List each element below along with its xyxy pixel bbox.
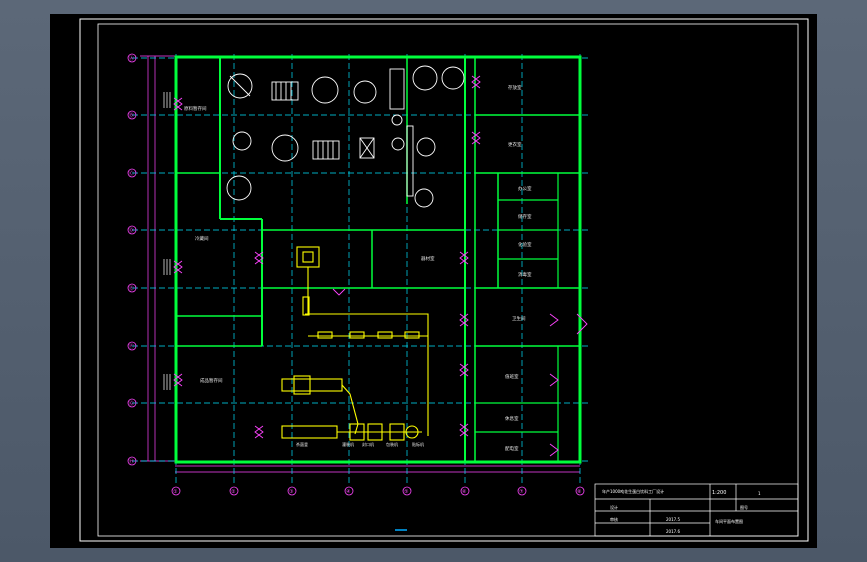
- designer-label: 设计: [610, 504, 618, 510]
- room-label: 存放室: [508, 84, 522, 91]
- cad-viewport[interactable]: Ⓐ Ⓑ Ⓒ Ⓓ Ⓔ Ⓕ Ⓖ Ⓗ ① ② ③ ④ ⑤ ⑥ ⑦ ⑧ 原料暂存间 冷藏…: [50, 14, 817, 548]
- heat-exchanger-2: [312, 140, 340, 160]
- room-label: 值班室: [505, 373, 519, 380]
- inner-frame: [97, 23, 799, 537]
- col-axis-labels: ① ② ③ ④ ⑤ ⑥ ⑦ ⑧: [173, 489, 582, 495]
- sheet-label: 图号: [740, 504, 748, 510]
- room-label: 冷藏间: [195, 235, 209, 242]
- tank-5: [441, 66, 465, 90]
- svg-text:Ⓔ: Ⓔ: [129, 285, 134, 292]
- tank-2: [311, 76, 339, 104]
- svg-text:Ⓑ: Ⓑ: [129, 112, 134, 119]
- svg-text:Ⓒ: Ⓒ: [129, 170, 134, 177]
- svg-text:②: ②: [231, 489, 236, 495]
- equipment-labels: 杀菌釜 灌装机 封口机 包装机 贴标机: [296, 441, 424, 447]
- bottom-dimensions: [175, 465, 580, 473]
- svg-text:⑥: ⑥: [462, 489, 467, 495]
- equipment-label: 贴标机: [412, 441, 424, 447]
- equipment-label: 杀菌釜: [296, 441, 308, 447]
- svg-text:Ⓖ: Ⓖ: [129, 400, 134, 407]
- stairs: [163, 92, 171, 390]
- svg-text:Ⓗ: Ⓗ: [129, 458, 134, 465]
- production-line: [281, 246, 429, 441]
- homogenizer: [389, 68, 405, 110]
- sheet-number: 1: [758, 491, 761, 496]
- equipment-label: 灌装机: [342, 441, 354, 447]
- date-2: 2017.6: [666, 529, 680, 534]
- tank-6: [271, 134, 299, 162]
- svg-text:⑧: ⑧: [577, 489, 582, 495]
- tank-7: [226, 175, 252, 201]
- room-label: 化验室: [518, 241, 532, 248]
- grid-lines: [132, 54, 590, 484]
- left-dimensions: [140, 55, 175, 462]
- tank-10: [416, 137, 436, 157]
- tank-11: [391, 137, 405, 151]
- svg-text:①: ①: [173, 489, 178, 495]
- room-label: 储存室: [518, 213, 532, 220]
- project-name: 年产1000吨花生蛋白饮料工厂设计: [602, 488, 664, 494]
- room-label: 卫生间: [512, 315, 526, 322]
- svg-text:③: ③: [289, 489, 294, 495]
- column: [406, 125, 414, 197]
- room-labels: 原料暂存间 冷藏间 成品暂存间 存放室 更衣室 办公室 储存室 化验室 消毒室 …: [184, 84, 532, 452]
- svg-text:Ⓕ: Ⓕ: [129, 343, 134, 350]
- room-label: 原料暂存间: [184, 105, 207, 112]
- room-label: 配电室: [505, 445, 519, 452]
- tank-12: [391, 114, 403, 126]
- room-label: 器材室: [421, 255, 435, 262]
- room-label: 更衣室: [508, 141, 522, 148]
- svg-text:Ⓐ: Ⓐ: [129, 55, 134, 62]
- tank-3: [353, 80, 377, 104]
- tank-8: [232, 131, 252, 151]
- equipment-label: 封口机: [362, 441, 374, 447]
- room-label: 办公室: [518, 185, 532, 192]
- room-label: 成品暂存间: [200, 377, 223, 384]
- doors: [173, 75, 588, 457]
- svg-text:④: ④: [346, 489, 351, 495]
- drawing-title: 车间平面布置图: [715, 518, 743, 524]
- svg-text:⑦: ⑦: [519, 489, 524, 495]
- date-1: 2017.5: [666, 517, 680, 522]
- room-label: 休息室: [505, 415, 519, 422]
- checker-label: 审核: [610, 516, 618, 522]
- building-walls: [174, 55, 582, 464]
- equipment-label: 包装机: [386, 441, 398, 447]
- tank-4: [412, 65, 438, 91]
- tank-9: [414, 188, 434, 208]
- floor-plan-drawing[interactable]: Ⓐ Ⓑ Ⓒ Ⓓ Ⓔ Ⓕ Ⓖ Ⓗ ① ② ③ ④ ⑤ ⑥ ⑦ ⑧ 原料暂存间 冷藏…: [50, 14, 817, 548]
- scale-label: 1:200: [712, 490, 726, 496]
- svg-text:⑤: ⑤: [404, 489, 409, 495]
- room-label: 消毒室: [518, 271, 532, 278]
- row-axis-labels: Ⓐ Ⓑ Ⓒ Ⓓ Ⓔ Ⓕ Ⓖ Ⓗ: [129, 55, 134, 465]
- equipment-area: [226, 65, 465, 208]
- svg-text:Ⓓ: Ⓓ: [129, 227, 134, 234]
